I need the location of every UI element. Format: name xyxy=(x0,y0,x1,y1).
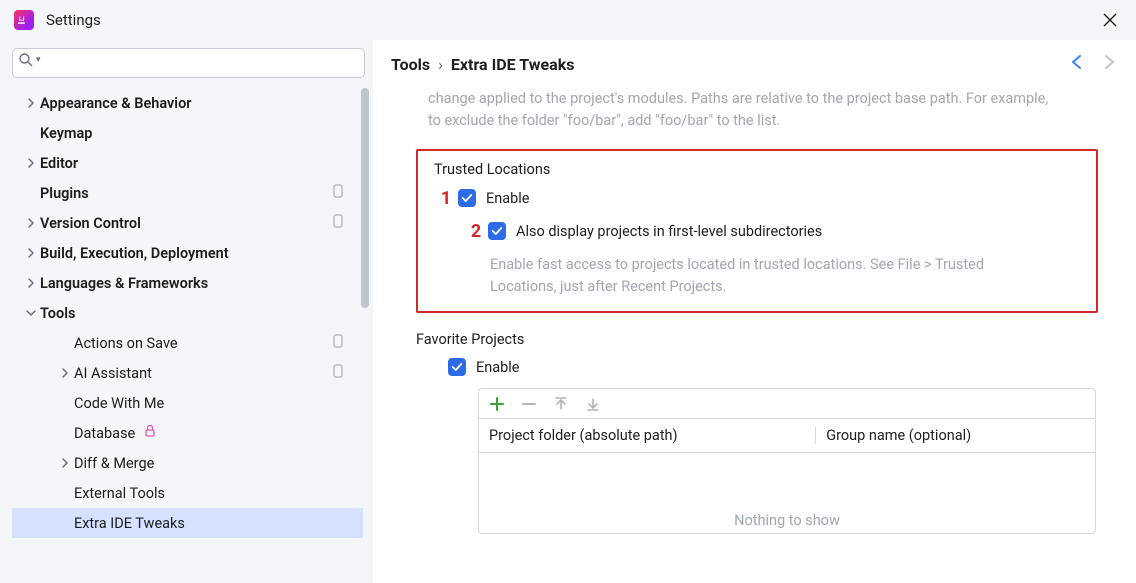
chevron-right-icon[interactable] xyxy=(56,458,74,468)
sidebar-item-version-control[interactable]: Version Control xyxy=(12,208,363,238)
sidebar-item-label: Actions on Save xyxy=(74,335,178,352)
sidebar-item-label: Tools xyxy=(40,305,75,322)
display-subdir-checkbox[interactable] xyxy=(488,222,506,240)
table-body[interactable]: Nothing to show xyxy=(479,453,1095,533)
app-icon: IJ xyxy=(14,10,34,30)
sidebar-item-plugins[interactable]: Plugins xyxy=(12,178,363,208)
chevron-right-icon[interactable] xyxy=(22,158,40,168)
section-title: Favorite Projects xyxy=(416,331,1104,348)
sidebar-item-label: Keymap xyxy=(40,125,92,142)
breadcrumb-leaf: Extra IDE Tweaks xyxy=(451,55,575,74)
sidebar-item-build-execution-deployment[interactable]: Build, Execution, Deployment xyxy=(12,238,363,268)
lock-icon xyxy=(143,424,157,442)
enable-favorite-checkbox[interactable] xyxy=(448,358,466,376)
chevron-right-icon: › xyxy=(438,55,443,74)
chevron-right-icon[interactable] xyxy=(56,368,74,378)
settings-sidebar: ▾ Appearance & Behavior Keymap Editor Plugi… xyxy=(0,40,373,583)
search-input[interactable] xyxy=(12,48,365,78)
sidebar-item-label: Editor xyxy=(40,155,78,172)
section-description: change applied to the project's modules.… xyxy=(428,88,1104,133)
chevron-right-icon[interactable] xyxy=(22,98,40,108)
chevron-right-icon[interactable] xyxy=(22,278,40,288)
window-title: Settings xyxy=(46,11,101,29)
enable-favorite-label[interactable]: Enable xyxy=(476,359,520,376)
table-col-group-name[interactable]: Group name (optional) xyxy=(816,427,1095,444)
sidebar-item-ai-assistant[interactable]: AI Assistant xyxy=(12,358,363,388)
sidebar-item-external-tools[interactable]: External Tools xyxy=(12,478,363,508)
sidebar-item-editor[interactable]: Editor xyxy=(12,148,363,178)
annotation-1: 1 xyxy=(434,188,458,209)
nav-back-button[interactable] xyxy=(1068,53,1086,75)
table-col-project-folder[interactable]: Project folder (absolute path) xyxy=(479,427,816,444)
sidebar-item-actions-on-save[interactable]: Actions on Save xyxy=(12,328,363,358)
sidebar-item-label: Database xyxy=(74,425,135,442)
chevron-right-icon[interactable] xyxy=(22,218,40,228)
enable-trusted-checkbox[interactable] xyxy=(458,189,476,207)
sidebar-item-label: Diff & Merge xyxy=(74,455,154,472)
sidebar-item-extra-ide-tweaks[interactable]: Extra IDE Tweaks xyxy=(12,508,363,538)
sidebar-item-label: Extra IDE Tweaks xyxy=(74,515,185,532)
project-badge-icon xyxy=(331,214,345,232)
sidebar-item-label: Version Control xyxy=(40,215,141,232)
move-down-button[interactable] xyxy=(585,396,601,412)
sidebar-item-label: Appearance & Behavior xyxy=(40,95,192,112)
sidebar-item-languages-frameworks[interactable]: Languages & Frameworks xyxy=(12,268,363,298)
trusted-locations-section: Trusted Locations 1 Enable 2 Also d xyxy=(416,149,1098,314)
search-icon[interactable]: ▾ xyxy=(18,52,41,68)
display-subdir-label[interactable]: Also display projects in first-level sub… xyxy=(516,223,822,240)
sidebar-item-label: Plugins xyxy=(40,185,89,202)
sidebar-item-diff-merge[interactable]: Diff & Merge xyxy=(12,448,363,478)
remove-row-button[interactable] xyxy=(521,396,537,412)
favorite-projects-section: Favorite Projects Enable xyxy=(428,331,1104,534)
enable-trusted-label[interactable]: Enable xyxy=(486,190,530,207)
sidebar-item-code-with-me[interactable]: Code With Me xyxy=(12,388,363,418)
sidebar-item-label: AI Assistant xyxy=(74,365,152,382)
project-badge-icon xyxy=(331,184,345,202)
sidebar-item-appearance-behavior[interactable]: Appearance & Behavior xyxy=(12,88,363,118)
sidebar-item-database[interactable]: Database xyxy=(12,418,363,448)
sidebar-item-tools[interactable]: Tools xyxy=(12,298,363,328)
section-title: Trusted Locations xyxy=(434,161,1080,178)
trusted-hint: Enable fast access to projects located i… xyxy=(490,254,1080,298)
add-row-button[interactable] xyxy=(489,396,505,412)
sidebar-item-keymap[interactable]: Keymap xyxy=(12,118,363,148)
sidebar-item-label: External Tools xyxy=(74,485,165,502)
chevron-right-icon[interactable] xyxy=(22,248,40,258)
empty-placeholder: Nothing to show xyxy=(734,512,840,529)
project-badge-icon xyxy=(331,334,345,352)
breadcrumb: Tools › Extra IDE Tweaks xyxy=(391,55,574,74)
sidebar-item-label: Build, Execution, Deployment xyxy=(40,245,229,262)
breadcrumb-root[interactable]: Tools xyxy=(391,55,430,74)
annotation-2: 2 xyxy=(464,221,488,242)
close-button[interactable] xyxy=(1098,8,1122,32)
project-badge-icon xyxy=(331,364,345,382)
nav-forward-button[interactable] xyxy=(1100,53,1118,75)
sidebar-item-label: Languages & Frameworks xyxy=(40,275,208,292)
chevron-down-icon[interactable] xyxy=(22,308,40,318)
chevron-down-icon[interactable]: ▾ xyxy=(36,55,41,65)
svg-text:IJ: IJ xyxy=(19,15,25,23)
sidebar-item-label: Code With Me xyxy=(74,395,164,412)
move-up-button[interactable] xyxy=(553,396,569,412)
